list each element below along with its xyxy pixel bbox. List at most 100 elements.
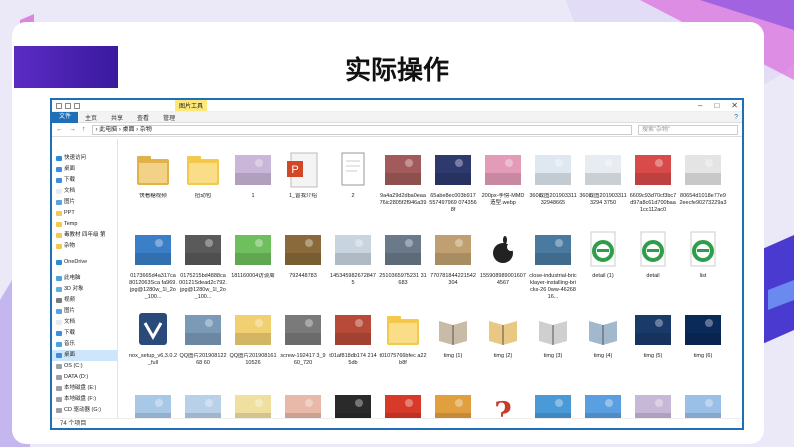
sidebar-item[interactable]: 下载 bbox=[52, 175, 117, 186]
file-item[interactable]: timg (3) bbox=[528, 309, 578, 389]
sidebar-item[interactable]: CD 驱动器 (G:) bbox=[52, 405, 117, 416]
file-item[interactable]: QQ图片20190816110526 bbox=[228, 309, 278, 389]
sidebar-item[interactable]: 音乐 bbox=[52, 339, 117, 350]
file-item[interactable]: P 1_曾我介绍 bbox=[278, 149, 328, 229]
file-item[interactable]: 1559089890016074567 bbox=[478, 229, 528, 309]
sidebar-item[interactable]: 此电脑 bbox=[52, 273, 117, 284]
sidebar-item[interactable]: Temp bbox=[52, 219, 117, 230]
file-item[interactable]: 200px-李傍-MMD造型.webp bbox=[478, 149, 528, 229]
sidebar-item-label: PPT bbox=[64, 210, 75, 216]
file-item[interactable]: t01075766bfec a22b8f bbox=[378, 309, 428, 389]
file-item[interactable]: 792448783 bbox=[278, 229, 328, 309]
file-item[interactable]: 0175215bd4888ca00121Sdead2c792.jpg@1280w… bbox=[178, 229, 228, 309]
file-name: detail bbox=[646, 273, 660, 279]
file-item[interactable]: 65abe8ec003b917557497969 0743568f bbox=[428, 149, 478, 229]
nav-item-icon bbox=[56, 156, 62, 161]
file-item[interactable]: timg (4) bbox=[578, 309, 628, 389]
file-item[interactable]: timg (2) bbox=[478, 309, 528, 389]
sidebar-item[interactable]: 图片 bbox=[52, 306, 117, 317]
sidebar-item[interactable]: 本地磁盘 (F:) bbox=[52, 394, 117, 405]
svg-text:P: P bbox=[291, 164, 298, 176]
sidebar-item[interactable]: OneDrive bbox=[52, 257, 117, 268]
file-item[interactable]: detail bbox=[628, 229, 678, 309]
sidebar-item[interactable]: 文档 bbox=[52, 186, 117, 197]
sidebar-item-label: DATA (D:) bbox=[64, 374, 89, 380]
tab-manage[interactable]: 管理 bbox=[156, 113, 182, 122]
book-icon bbox=[535, 309, 571, 351]
forward-icon[interactable]: → bbox=[69, 126, 76, 133]
sidebar-item[interactable]: 毒教材 四年级 第 bbox=[52, 230, 117, 241]
file-item[interactable]: timg (1) bbox=[428, 309, 478, 389]
file-item[interactable]: close-industrial-bricklayer-installing-b… bbox=[528, 229, 578, 309]
file-item[interactable]: list bbox=[678, 229, 728, 309]
sidebar-item[interactable]: 3D 对象 bbox=[52, 284, 117, 295]
folder-icon[interactable] bbox=[74, 102, 80, 109]
book-icon bbox=[435, 309, 471, 351]
minimize-icon[interactable]: – bbox=[698, 101, 702, 110]
file-item[interactable]: timg (6) bbox=[678, 309, 728, 389]
tab-view[interactable]: 查看 bbox=[130, 113, 156, 122]
file-name: QQ图片20190812268 60 bbox=[179, 353, 227, 366]
file-item[interactable]: 360截图20190331132948665 bbox=[528, 149, 578, 229]
sidebar-item[interactable]: 图片 bbox=[52, 197, 117, 208]
file-item[interactable]: 扭动包 bbox=[178, 149, 228, 229]
help-icon[interactable]: ? bbox=[734, 114, 738, 121]
sidebar-item[interactable]: 视频 bbox=[52, 295, 117, 306]
up-icon[interactable]: ↑ bbox=[82, 126, 86, 133]
file-item[interactable]: QQ图片20190812268 60 bbox=[178, 309, 228, 389]
sidebar-item[interactable]: 桌面 bbox=[52, 164, 117, 175]
file-item[interactable]: t01af818db174 2145db bbox=[328, 309, 378, 389]
file-item[interactable]: 80654d1018e77e92eecfe90273229a3 bbox=[678, 149, 728, 229]
file-item[interactable]: 2 bbox=[328, 149, 378, 229]
window-menu-icon[interactable] bbox=[56, 102, 62, 109]
sidebar-item[interactable]: PPT bbox=[52, 208, 117, 219]
file-item[interactable]: detail (1) bbox=[578, 229, 628, 309]
checkbox-icon[interactable] bbox=[65, 102, 71, 109]
sidebar-item[interactable]: OS (C:) bbox=[52, 361, 117, 372]
file-item[interactable]: 0173665d4a317ca8012063Sca fa969.jpg@1280… bbox=[128, 229, 178, 309]
file-item[interactable]: 1453459826728475 bbox=[328, 229, 378, 309]
file-item[interactable]: screw-192417 3_960_720 bbox=[278, 309, 328, 389]
file-item[interactable]: 770781844221542304 bbox=[428, 229, 478, 309]
tab-share[interactable]: 共享 bbox=[104, 113, 130, 122]
picture-tools-tab[interactable]: 图片工具 bbox=[175, 100, 208, 111]
sidebar-item[interactable]: 桌面 bbox=[52, 350, 117, 361]
sidebar-item[interactable]: 下载 bbox=[52, 328, 117, 339]
file-name: timg (1) bbox=[443, 353, 463, 359]
file-item[interactable]: 360截图2019033113294 3750 bbox=[578, 149, 628, 229]
back-icon[interactable]: ← bbox=[56, 126, 63, 133]
file-name: 0173665d4a317ca8012063Sca fa969.jpg@1280… bbox=[129, 273, 177, 300]
nav-item-icon bbox=[56, 200, 62, 205]
file-item[interactable]: timg (5) bbox=[628, 309, 678, 389]
file-name: close-industrial-bricklayer-installing-b… bbox=[529, 273, 577, 300]
file-item[interactable]: 快看糖视频 bbox=[128, 149, 178, 229]
file-name: list bbox=[699, 273, 707, 279]
close-icon[interactable]: ✕ bbox=[731, 101, 738, 110]
ie-icon bbox=[635, 229, 671, 271]
sidebar-item[interactable]: 杂物 bbox=[52, 241, 117, 252]
file-item[interactable]: nox_setup_v6.3.0.2_full bbox=[128, 309, 178, 389]
maximize-icon[interactable]: □ bbox=[714, 101, 719, 110]
search-input[interactable]: 搜索"杂物" bbox=[638, 124, 738, 135]
file-item[interactable]: 9a4a29d2dba0eaa76ic2805f2f946a39 bbox=[378, 149, 428, 229]
address-field[interactable]: › 此电脑 › 桌面 › 杂物 bbox=[91, 124, 632, 135]
file-item[interactable]: 181160004访谈周 bbox=[228, 229, 278, 309]
book-icon bbox=[485, 309, 521, 351]
image-icon bbox=[185, 229, 221, 271]
sidebar-item[interactable]: 文档 bbox=[52, 317, 117, 328]
sidebar-item[interactable]: 本地磁盘 (E:) bbox=[52, 383, 117, 394]
nav-item-icon bbox=[56, 364, 62, 369]
nav-item-icon bbox=[56, 222, 62, 227]
sidebar-item[interactable]: DATA (D:) bbox=[52, 372, 117, 383]
tab-home[interactable]: 主页 bbox=[78, 113, 104, 122]
nav-item-icon bbox=[56, 375, 62, 380]
image-icon bbox=[335, 229, 371, 271]
file-name: QQ图片20190816110526 bbox=[229, 353, 277, 366]
file-item[interactable]: 2510365975231 31683 bbox=[378, 229, 428, 309]
tab-file[interactable]: 文件 bbox=[52, 111, 79, 123]
sidebar-item[interactable]: 快速访问 bbox=[52, 153, 117, 164]
file-item[interactable]: 6609c93d70cf3bc7d97a8c61d700baa1cc112ac0 bbox=[628, 149, 678, 229]
file-item[interactable]: 1 bbox=[228, 149, 278, 229]
sidebar-item-label: 图片 bbox=[64, 308, 76, 314]
nav-item-icon bbox=[56, 353, 62, 358]
